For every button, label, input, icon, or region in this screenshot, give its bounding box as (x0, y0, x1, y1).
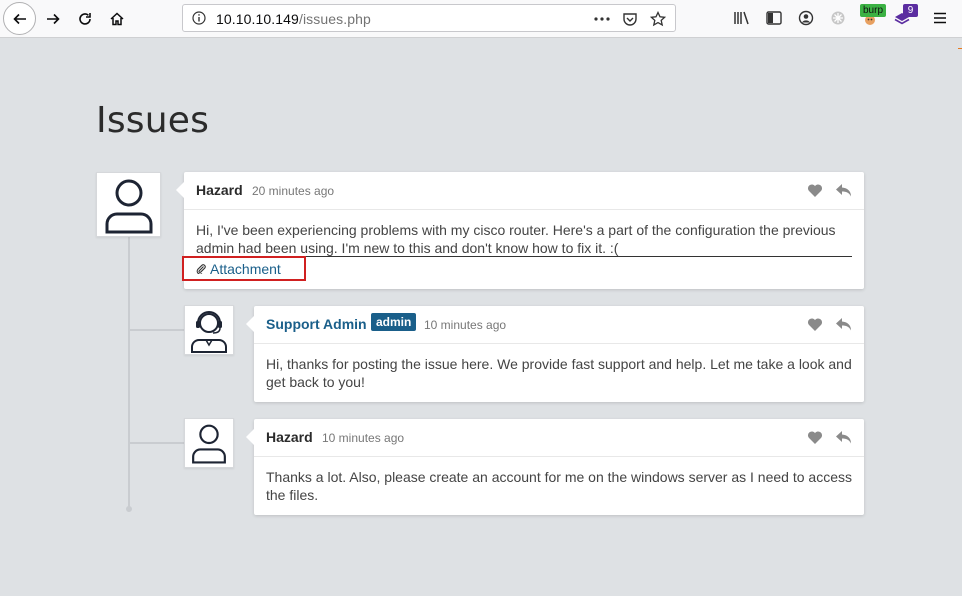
post-body: Hi, I've been experiencing problems with… (196, 222, 836, 256)
post-header: Hazard 10 minutes ago (254, 419, 864, 457)
extension-icon (831, 11, 845, 25)
role-badge: admin (371, 313, 417, 331)
browser-toolbar: 10.10.10.149/issues.php burp 9 (0, 0, 962, 38)
paperclip-icon (196, 264, 206, 274)
post-time: 20 minutes ago (252, 184, 335, 198)
burp-badge: burp (860, 4, 887, 17)
sidebar-button[interactable] (761, 4, 787, 32)
reply-icon[interactable] (835, 183, 852, 198)
timeline-branch (130, 329, 185, 331)
post-body: Hi, thanks for posting the issue here. W… (266, 356, 852, 390)
more-dots-icon[interactable] (591, 8, 613, 30)
account-icon (798, 10, 814, 26)
user-avatar-icon (192, 424, 226, 464)
edge-marker (958, 48, 962, 49)
menu-icon (934, 12, 946, 24)
timeline-end-dot (126, 506, 132, 512)
post-actions (807, 317, 852, 332)
user-avatar-icon (105, 179, 152, 233)
forward-button[interactable] (38, 4, 68, 34)
post-body: Thanks a lot. Also, please create an acc… (266, 469, 852, 503)
page-title: Issues (96, 100, 210, 141)
heart-icon[interactable] (807, 430, 823, 445)
post-card: Support Admin admin 10 minutes ago Hi, t… (246, 306, 864, 402)
post-header: Hazard 20 minutes ago (184, 172, 864, 210)
post-card: Hazard 10 minutes ago Thanks a lot. Also… (246, 419, 864, 515)
reload-button[interactable] (70, 4, 100, 34)
heart-icon[interactable] (807, 183, 823, 198)
info-icon[interactable] (192, 11, 206, 30)
extension-button[interactable] (825, 4, 851, 32)
url-actions (591, 8, 669, 30)
post-time: 10 minutes ago (424, 318, 507, 332)
attachment-link[interactable]: Attachment (196, 261, 281, 277)
back-arrow-icon (12, 13, 26, 24)
post-header: Support Admin admin 10 minutes ago (254, 306, 864, 344)
reply-icon[interactable] (835, 430, 852, 445)
post-actions (807, 430, 852, 445)
post-time: 10 minutes ago (322, 431, 405, 445)
post-author[interactable]: Support Admin (266, 316, 367, 332)
extension-count-badge: 9 (903, 4, 918, 17)
post-actions (807, 183, 852, 198)
reload-icon (79, 13, 91, 25)
account-button[interactable] (793, 4, 819, 32)
heart-icon[interactable] (807, 317, 823, 332)
timeline-line (128, 236, 130, 508)
sidebar-icon (766, 11, 782, 25)
avatar (184, 305, 234, 355)
library-button[interactable] (729, 4, 755, 32)
post-author[interactable]: Hazard (196, 182, 243, 198)
library-icon (734, 11, 749, 25)
url-path: /issues.php (298, 11, 371, 27)
post-author[interactable]: Hazard (266, 429, 313, 445)
forward-arrow-icon (47, 13, 60, 25)
bookmark-star-icon[interactable] (647, 8, 669, 30)
back-button[interactable] (3, 2, 36, 35)
pocket-icon[interactable] (619, 8, 641, 30)
reply-icon[interactable] (835, 317, 852, 332)
support-agent-avatar-icon (191, 311, 227, 353)
address-bar[interactable]: 10.10.10.149/issues.php (182, 4, 676, 32)
url-host: 10.10.10.149 (216, 11, 299, 27)
avatar (96, 172, 161, 237)
attachment-label: Attachment (210, 261, 281, 277)
url-text[interactable]: 10.10.10.149/issues.php (216, 11, 371, 27)
avatar (184, 418, 234, 468)
timeline-branch (130, 442, 185, 444)
menu-button[interactable] (927, 4, 953, 32)
home-button[interactable] (102, 4, 132, 34)
home-icon (110, 12, 124, 26)
